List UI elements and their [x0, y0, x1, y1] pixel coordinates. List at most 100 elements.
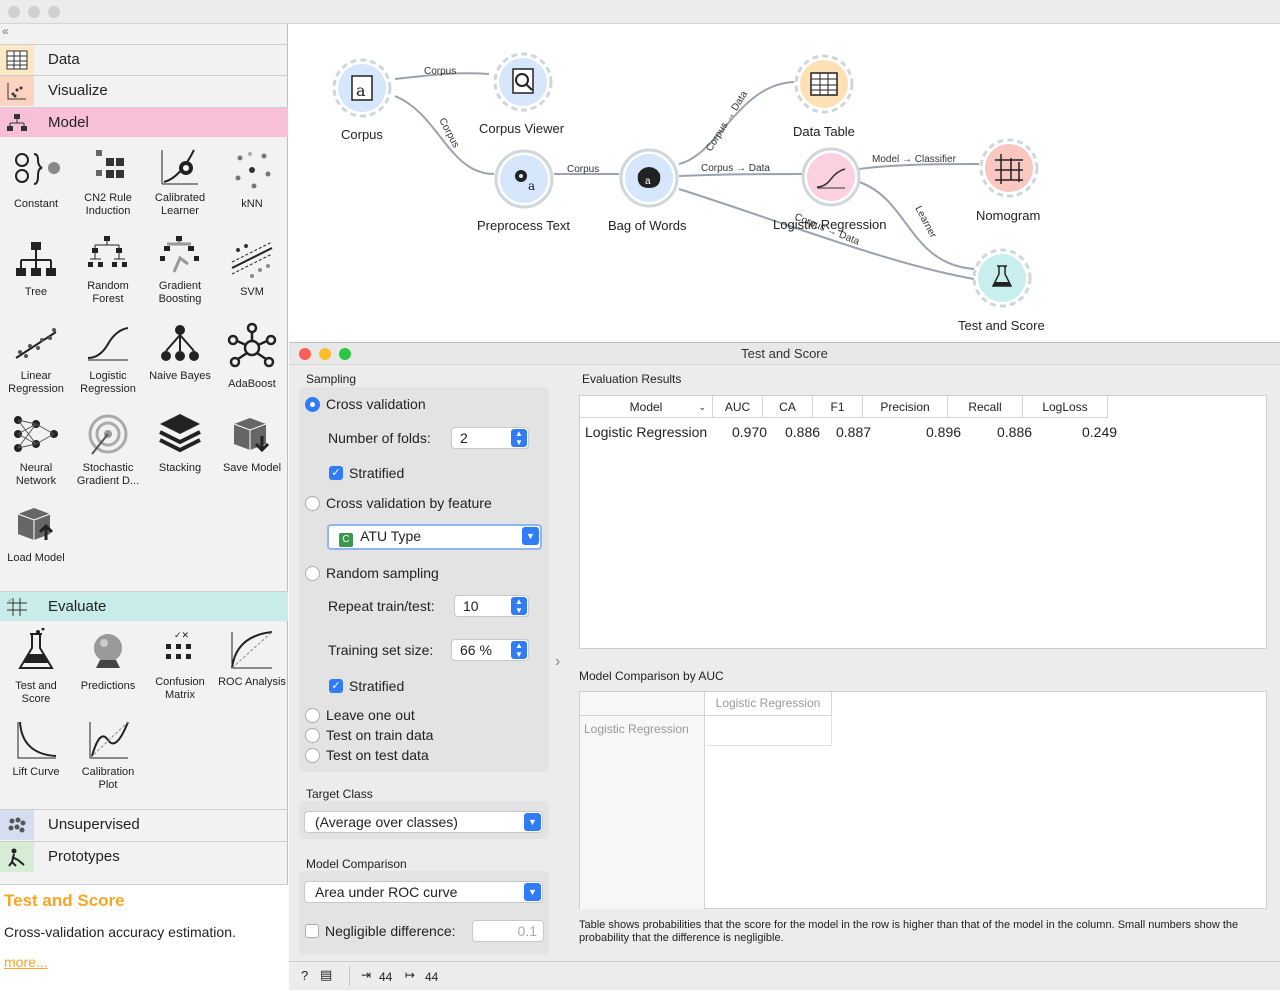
widget-confusion-matrix[interactable]: ✓✕ Confusion Matrix — [144, 628, 216, 701]
widget-load-model[interactable]: Load Model — [0, 500, 72, 565]
widget-roc-analysis[interactable]: ROC Analysis — [216, 628, 288, 689]
widget-label: Logistic Regression — [80, 370, 136, 395]
repeat-spinbox[interactable]: 10 ▲ ▼ — [454, 595, 529, 617]
spinner-arrows-icon[interactable]: ▲ ▼ — [511, 597, 527, 615]
node-data-table[interactable] — [794, 54, 854, 114]
scatter-icon — [0, 75, 34, 106]
widget-cn2-rule-induction[interactable]: CN2 Rule Induction — [72, 146, 144, 217]
widget-constant[interactable]: Constant — [0, 146, 72, 211]
help-more-link[interactable]: more... — [4, 954, 48, 970]
category-evaluate[interactable]: ✓ Evaluate — [0, 591, 288, 621]
model-comparison-section-label: Model Comparison — [306, 857, 407, 871]
test-on-train-radio[interactable]: Test on train data — [305, 727, 433, 743]
flask-icon — [18, 628, 54, 669]
spinner-arrows-icon[interactable]: ▲ ▼ — [511, 641, 527, 659]
roc-curve-icon — [231, 631, 273, 669]
node-preprocess-text[interactable]: a — [494, 149, 554, 209]
column-header-logloss[interactable]: LogLoss — [1023, 396, 1108, 418]
minimize-window-button[interactable] — [28, 6, 40, 18]
zoom-window-button[interactable] — [48, 6, 60, 18]
node-bag-of-words[interactable]: a — [619, 148, 679, 208]
widget-lift-curve[interactable]: Lift Curve — [0, 718, 72, 779]
cross-validation-radio[interactable]: Cross validation — [305, 396, 426, 412]
dialog-zoom-button[interactable] — [339, 348, 351, 360]
close-window-button[interactable] — [8, 6, 20, 18]
widget-label: Confusion Matrix — [155, 676, 205, 701]
folds-spinbox[interactable]: 2 ▲ ▼ — [451, 427, 529, 449]
column-header-f1[interactable]: F1 — [813, 396, 863, 418]
column-header-recall[interactable]: Recall — [948, 396, 1023, 418]
stack-icon — [159, 414, 201, 453]
widget-calibrated-learner[interactable]: Calibrated Learner — [144, 146, 216, 217]
negligible-difference-checkbox[interactable]: Negligible difference: — [305, 923, 456, 939]
column-header-model[interactable]: Model ⌄ — [580, 396, 713, 418]
model-widget-grid: Constant CN2 Rule Induction Calibrated L… — [0, 140, 288, 600]
dialog-close-button[interactable] — [299, 348, 311, 360]
widget-knn[interactable]: kNN — [216, 146, 288, 211]
widget-save-model[interactable]: Save Model — [216, 410, 288, 475]
stratified-checkbox-2[interactable]: ✓ Stratified — [329, 678, 404, 694]
widget-stacking[interactable]: Stacking — [144, 410, 216, 475]
widget-logistic-regression[interactable]: Logistic Regression — [72, 322, 144, 395]
node-logistic-regression[interactable] — [801, 147, 861, 207]
training-size-value: 66 % — [460, 642, 492, 658]
widget-test-and-score[interactable]: Test and Score — [0, 628, 72, 705]
chevron-down-icon[interactable]: ▼ — [522, 527, 539, 545]
negligible-difference-input[interactable]: 0.1 — [472, 920, 544, 942]
node-corpus-viewer[interactable] — [493, 52, 553, 112]
workflow-canvas[interactable]: Corpus Corpus Corpus Corpus → Data Corpu… — [289, 24, 1280, 344]
category-visualize[interactable]: Visualize — [0, 75, 288, 106]
widget-adaboost[interactable]: AdaBoost — [216, 322, 288, 391]
column-header-precision[interactable]: Precision — [863, 396, 948, 418]
cluster-icon — [0, 809, 34, 840]
widget-neural-network[interactable]: Neural Network — [0, 410, 72, 487]
dialog-minimize-button[interactable] — [319, 348, 331, 360]
widget-random-forest[interactable]: Random Forest — [72, 232, 144, 305]
widget-svm[interactable]: SVM — [216, 238, 288, 299]
collapse-panel-icon[interactable]: « — [2, 24, 9, 38]
widget-label: SVM — [240, 286, 264, 298]
widget-naive-bayes[interactable]: Naive Bayes — [144, 322, 216, 383]
widget-calibration-plot[interactable]: Calibration Plot — [72, 718, 144, 791]
widget-label: Load Model — [7, 552, 65, 564]
random-sampling-radio[interactable]: Random sampling — [305, 565, 439, 581]
target-class-select[interactable]: (Average over classes) ▼ — [304, 811, 543, 833]
widget-tree[interactable]: Tree — [0, 238, 72, 299]
report-icon[interactable]: ▤ — [320, 967, 332, 983]
widget-linear-regression[interactable]: Linear Regression — [0, 322, 72, 395]
help-icon[interactable]: ? — [301, 968, 308, 983]
category-prototypes[interactable]: Prototypes — [0, 841, 288, 872]
widget-stochastic-gradient-descent[interactable]: Stochastic Gradient D... — [72, 410, 144, 487]
column-header-ca[interactable]: CA — [763, 396, 813, 418]
category-model[interactable]: Model — [0, 107, 288, 137]
training-size-spinbox[interactable]: 66 % ▲ ▼ — [451, 639, 529, 661]
widget-predictions[interactable]: Predictions — [72, 628, 144, 693]
widget-gradient-boosting[interactable]: Gradient Boosting — [144, 232, 216, 305]
cell-precision: 0.896 — [926, 424, 962, 440]
test-on-test-radio[interactable]: Test on test data — [305, 747, 429, 763]
node-label-corpus: Corpus — [341, 127, 383, 142]
node-test-and-score[interactable] — [972, 248, 1032, 308]
column-header-auc[interactable]: AUC — [713, 396, 763, 418]
leave-one-out-radio[interactable]: Leave one out — [305, 707, 415, 723]
evaluation-results-table[interactable]: Model ⌄ AUC CA F1 Precision Recall LogLo… — [579, 395, 1267, 649]
chevron-down-icon[interactable]: ▼ — [524, 813, 541, 831]
widget-label: kNN — [241, 198, 263, 210]
comparison-metric-select[interactable]: Area under ROC curve ▼ — [304, 881, 543, 903]
stratified-checkbox-1[interactable]: ✓ Stratified — [329, 465, 404, 481]
folds-value: 2 — [460, 430, 468, 446]
node-nomogram[interactable] — [979, 138, 1039, 198]
edge-label: Corpus — [424, 66, 456, 77]
category-data[interactable]: Data — [0, 44, 288, 75]
node-corpus[interactable]: a — [332, 58, 392, 118]
spinner-arrows-icon[interactable]: ▲ ▼ — [511, 429, 527, 447]
feature-select[interactable]: C ATU Type ▼ — [327, 524, 542, 550]
input-icon: ⇥ — [361, 968, 372, 982]
chevron-updown-icon[interactable]: ▼ — [524, 883, 541, 901]
model-comparison-table[interactable]: Logistic Regression Logistic Regression — [579, 691, 1267, 909]
category-unsupervised[interactable]: Unsupervised — [0, 809, 288, 840]
cv-by-feature-radio[interactable]: Cross validation by feature — [305, 495, 492, 511]
category-label: Unsupervised — [48, 816, 140, 833]
chevron-right-icon[interactable]: › — [555, 653, 560, 671]
tree-icon — [0, 108, 34, 138]
